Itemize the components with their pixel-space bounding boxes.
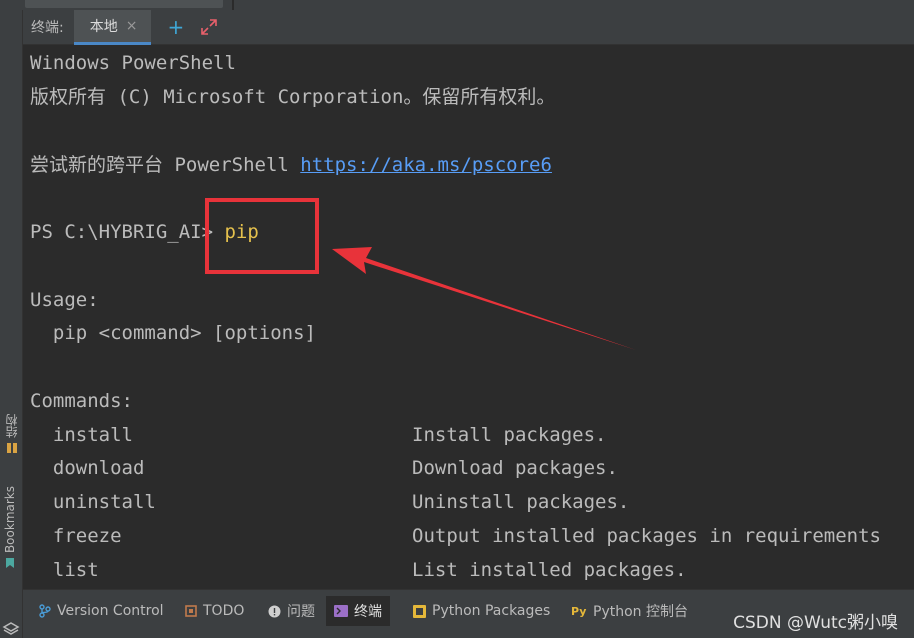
terminal-icon	[334, 605, 348, 617]
output-line: 尝试新的跨平台 PowerShell https://aka.ms/pscore…	[30, 153, 552, 177]
problems-label: 问题	[287, 604, 315, 620]
tab-local[interactable]: 本地 ×	[73, 9, 152, 45]
version-control-label: Version Control	[57, 603, 164, 619]
watermark: CSDN @Wutc粥小嗅	[733, 613, 898, 633]
left-tool-stripe: 结构 Bookmarks	[0, 10, 23, 638]
bookmarks-tool-button[interactable]: Bookmarks	[3, 486, 17, 569]
structure-icon	[6, 443, 17, 453]
terminal-title: 终端:	[31, 20, 64, 36]
python-packages-button[interactable]: Python Packages	[405, 596, 558, 626]
todo-button[interactable]: TODO	[177, 596, 252, 626]
structure-label: 结构	[5, 414, 19, 438]
new-tab-button[interactable]: +	[167, 17, 184, 37]
command-name: uninstall	[52, 491, 156, 513]
bottom-tool-bar: Version Control TODO 问题 终端 Python Packag…	[23, 589, 914, 638]
bookmark-icon	[6, 558, 14, 569]
output-line: Windows PowerShell	[30, 52, 236, 74]
tab-local-label: 本地	[89, 18, 118, 35]
command-name: download	[52, 457, 145, 479]
info-icon	[268, 605, 281, 617]
command-desc: Output installed packages in requirement…	[412, 525, 881, 547]
problems-button[interactable]: 问题	[260, 596, 323, 626]
highlight-box	[205, 198, 319, 274]
command-desc: Uninstall packages.	[412, 491, 630, 513]
terminal-button[interactable]: 终端	[326, 596, 390, 626]
todo-label: TODO	[203, 603, 245, 619]
terminal-header: 终端: 本地 × +	[23, 9, 914, 45]
divider	[232, 0, 234, 10]
layers-icon[interactable]	[2, 622, 20, 636]
close-icon[interactable]: ×	[126, 18, 138, 34]
terminal-label: 终端	[354, 604, 382, 620]
output-line: Commands:	[30, 390, 133, 412]
command-name: list	[52, 559, 99, 581]
python-console-button[interactable]: Py Python 控制台	[563, 596, 696, 626]
output-line: 版权所有 (C) Microsoft Corporation。保留所有权利。	[30, 86, 556, 108]
python-console-label: Python 控制台	[593, 604, 688, 620]
todo-icon	[185, 605, 197, 617]
version-control-button[interactable]: Version Control	[31, 596, 172, 626]
python-console-icon: Py	[571, 605, 586, 617]
command-desc: Download packages.	[412, 457, 618, 479]
command-row: uninstall Uninstall packages.	[30, 490, 629, 514]
command-row: download Download packages.	[30, 456, 618, 480]
expand-icon[interactable]	[200, 18, 218, 36]
command-row: freeze Output installed packages in requi…	[30, 524, 881, 548]
bookmarks-label: Bookmarks	[3, 486, 17, 554]
output-text: 尝试新的跨平台 PowerShell	[30, 154, 301, 176]
output-line: pip <command> [options]	[30, 322, 316, 344]
command-name: install	[52, 424, 133, 446]
command-row: install Install packages.	[30, 423, 607, 447]
command-name: freeze	[52, 525, 122, 547]
pscore-link[interactable]: https://aka.ms/pscore6	[300, 154, 552, 176]
command-desc: List installed packages.	[412, 559, 687, 581]
python-packages-label: Python Packages	[432, 603, 551, 619]
svg-text:Py: Py	[571, 605, 586, 617]
editor-tab-stub[interactable]	[25, 0, 223, 8]
window-top-strip	[0, 0, 914, 10]
prompt-text: PS C:\HYBRIG_AI>	[30, 221, 225, 243]
packages-icon	[413, 604, 426, 618]
branch-icon	[39, 604, 51, 618]
command-desc: Install packages.	[412, 424, 607, 446]
terminal-output[interactable]: Windows PowerShell 版权所有 (C) Microsoft Co…	[23, 45, 914, 589]
command-row: list List installed packages.	[30, 558, 687, 582]
output-line: Usage:	[30, 289, 99, 311]
structure-tool-button[interactable]: 结构	[3, 414, 20, 454]
